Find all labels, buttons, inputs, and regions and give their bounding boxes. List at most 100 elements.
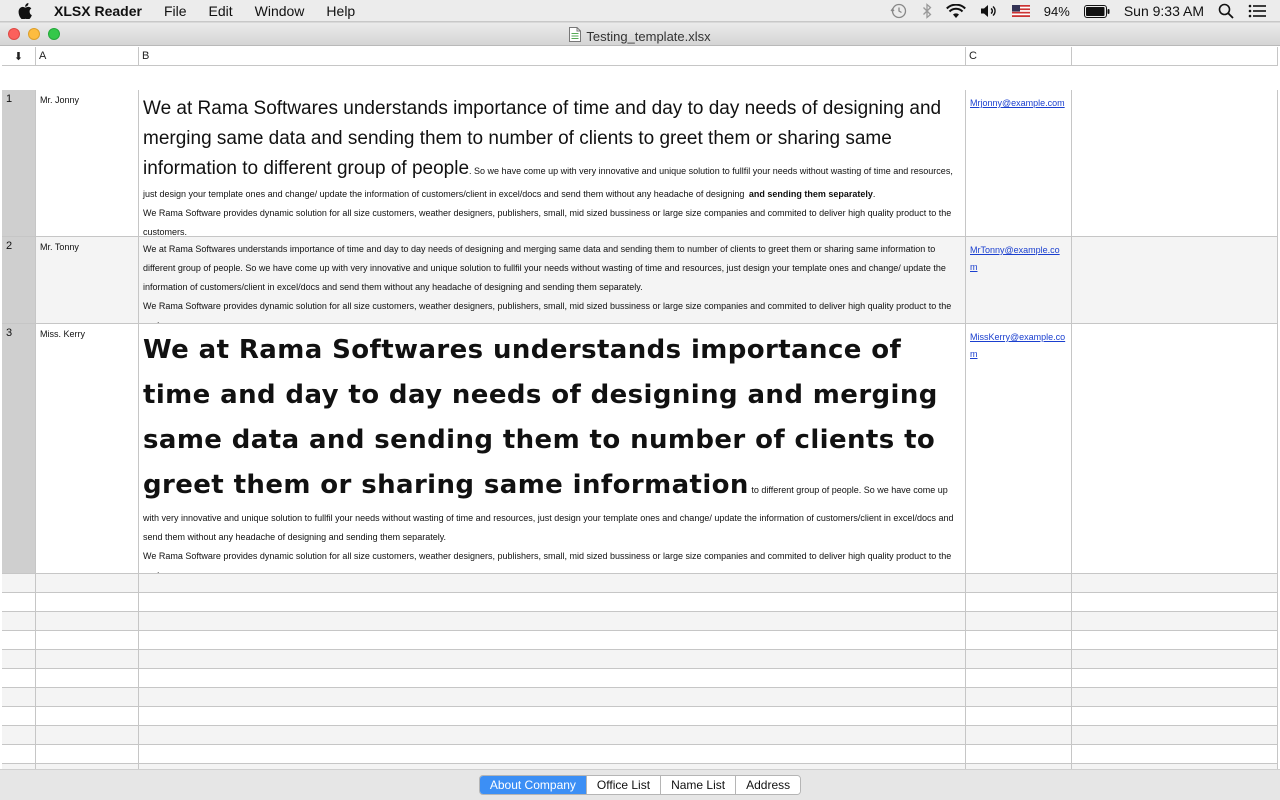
column-header-b[interactable]: B: [139, 47, 966, 66]
empty-cell[interactable]: [966, 574, 1072, 592]
empty-cell[interactable]: [36, 688, 139, 706]
empty-cell[interactable]: [966, 612, 1072, 630]
empty-cell[interactable]: [36, 726, 139, 744]
empty-cell[interactable]: [2, 669, 36, 687]
empty-row[interactable]: [2, 745, 1278, 764]
menu-edit[interactable]: Edit: [209, 3, 233, 19]
empty-cell[interactable]: [2, 688, 36, 706]
empty-cell[interactable]: [139, 688, 966, 706]
empty-cell[interactable]: [36, 650, 139, 668]
menu-file[interactable]: File: [164, 3, 187, 19]
empty-cell[interactable]: [139, 669, 966, 687]
empty-cell[interactable]: [2, 707, 36, 725]
empty-cell[interactable]: [1072, 237, 1278, 323]
clock[interactable]: Sun 9:33 AM: [1124, 3, 1204, 19]
menu-window[interactable]: Window: [255, 3, 305, 19]
empty-cell[interactable]: [1072, 593, 1278, 611]
description-cell[interactable]: We at Rama Softwares understands importa…: [139, 324, 966, 573]
empty-cell[interactable]: [36, 631, 139, 649]
battery-icon[interactable]: [1083, 4, 1110, 18]
column-header-a[interactable]: A: [36, 47, 139, 66]
empty-cell[interactable]: [36, 669, 139, 687]
empty-cell[interactable]: [966, 593, 1072, 611]
empty-cell[interactable]: [966, 650, 1072, 668]
empty-cell[interactable]: [966, 631, 1072, 649]
spotlight-search-icon[interactable]: [1218, 3, 1234, 19]
empty-cell[interactable]: [966, 726, 1072, 744]
empty-row[interactable]: [2, 707, 1278, 726]
empty-cell[interactable]: [966, 745, 1072, 763]
table-row[interactable]: 1 Mr. Jonny We at Rama Softwares underst…: [2, 90, 1278, 237]
volume-icon[interactable]: [980, 4, 998, 18]
empty-row[interactable]: [2, 726, 1278, 745]
spreadsheet-grid[interactable]: ⬇ A B C 1 Mr. Jonny We at Rama Softwares…: [2, 47, 1278, 769]
empty-cell[interactable]: [36, 574, 139, 592]
description-cell[interactable]: We at Rama Softwares understands importa…: [139, 90, 966, 236]
row-number[interactable]: 3: [2, 324, 36, 573]
corner-header[interactable]: ⬇: [2, 47, 36, 66]
name-cell[interactable]: Mr. Jonny: [36, 90, 139, 236]
tab-address[interactable]: Address: [736, 776, 801, 794]
empty-cell[interactable]: [139, 650, 966, 668]
us-flag-icon[interactable]: [1011, 5, 1030, 17]
empty-cell[interactable]: [1072, 726, 1278, 744]
table-row[interactable]: 3 Miss. Kerry We at Rama Softwares under…: [2, 324, 1278, 574]
empty-row[interactable]: [2, 688, 1278, 707]
empty-cell[interactable]: [1072, 650, 1278, 668]
tab-about-company[interactable]: About Company: [479, 776, 587, 794]
notification-center-icon[interactable]: [1248, 4, 1266, 18]
name-cell[interactable]: Mr. Tonny: [36, 237, 139, 323]
tab-name-list[interactable]: Name List: [661, 776, 737, 794]
empty-row[interactable]: [2, 669, 1278, 688]
empty-cell[interactable]: [1072, 745, 1278, 763]
empty-row[interactable]: [2, 612, 1278, 631]
empty-cell[interactable]: [1072, 669, 1278, 687]
empty-cell[interactable]: [2, 745, 36, 763]
email-link[interactable]: MrTonny@example.com: [966, 237, 1072, 323]
empty-cell[interactable]: [139, 726, 966, 744]
empty-cell[interactable]: [2, 612, 36, 630]
name-cell[interactable]: Miss. Kerry: [36, 324, 139, 573]
empty-cell[interactable]: [1072, 612, 1278, 630]
empty-row[interactable]: [2, 574, 1278, 593]
apple-menu-icon[interactable]: [18, 2, 38, 19]
empty-cell[interactable]: [1072, 688, 1278, 706]
empty-cell[interactable]: [2, 574, 36, 592]
empty-cell[interactable]: [139, 574, 966, 592]
empty-cell[interactable]: [139, 612, 966, 630]
table-row[interactable]: 2 Mr. Tonny We at Rama Softwares underst…: [2, 237, 1278, 324]
empty-cell[interactable]: [36, 745, 139, 763]
empty-cell[interactable]: [139, 593, 966, 611]
empty-cell[interactable]: [36, 612, 139, 630]
email-link[interactable]: Mrjonny@example.com: [966, 90, 1072, 236]
empty-cell[interactable]: [139, 631, 966, 649]
row-number[interactable]: 1: [2, 90, 36, 236]
empty-cell[interactable]: [2, 650, 36, 668]
bluetooth-icon[interactable]: [922, 3, 932, 19]
row-number[interactable]: 2: [2, 237, 36, 323]
empty-cell[interactable]: [1072, 574, 1278, 592]
empty-row[interactable]: [2, 650, 1278, 669]
empty-cell[interactable]: [36, 593, 139, 611]
empty-cell[interactable]: [1072, 707, 1278, 725]
menu-help[interactable]: Help: [326, 3, 355, 19]
empty-cell[interactable]: [139, 707, 966, 725]
empty-cell[interactable]: [1072, 324, 1278, 573]
menu-app-name[interactable]: XLSX Reader: [54, 3, 142, 19]
empty-cell[interactable]: [1072, 631, 1278, 649]
empty-cell[interactable]: [966, 688, 1072, 706]
title-bar[interactable]: Testing_template.xlsx: [0, 23, 1280, 46]
empty-row[interactable]: [2, 631, 1278, 650]
empty-cell[interactable]: [966, 669, 1072, 687]
column-header-c[interactable]: C: [966, 47, 1072, 66]
description-cell[interactable]: We at Rama Softwares understands importa…: [139, 237, 966, 323]
empty-cell[interactable]: [1072, 90, 1278, 236]
empty-cell[interactable]: [36, 707, 139, 725]
empty-cell[interactable]: [2, 631, 36, 649]
time-machine-icon[interactable]: [890, 3, 908, 19]
wifi-icon[interactable]: [945, 3, 966, 19]
tab-office-list[interactable]: Office List: [586, 776, 662, 794]
empty-cell[interactable]: [2, 726, 36, 744]
email-link[interactable]: MissKerry@example.com: [966, 324, 1072, 573]
empty-cell[interactable]: [139, 745, 966, 763]
